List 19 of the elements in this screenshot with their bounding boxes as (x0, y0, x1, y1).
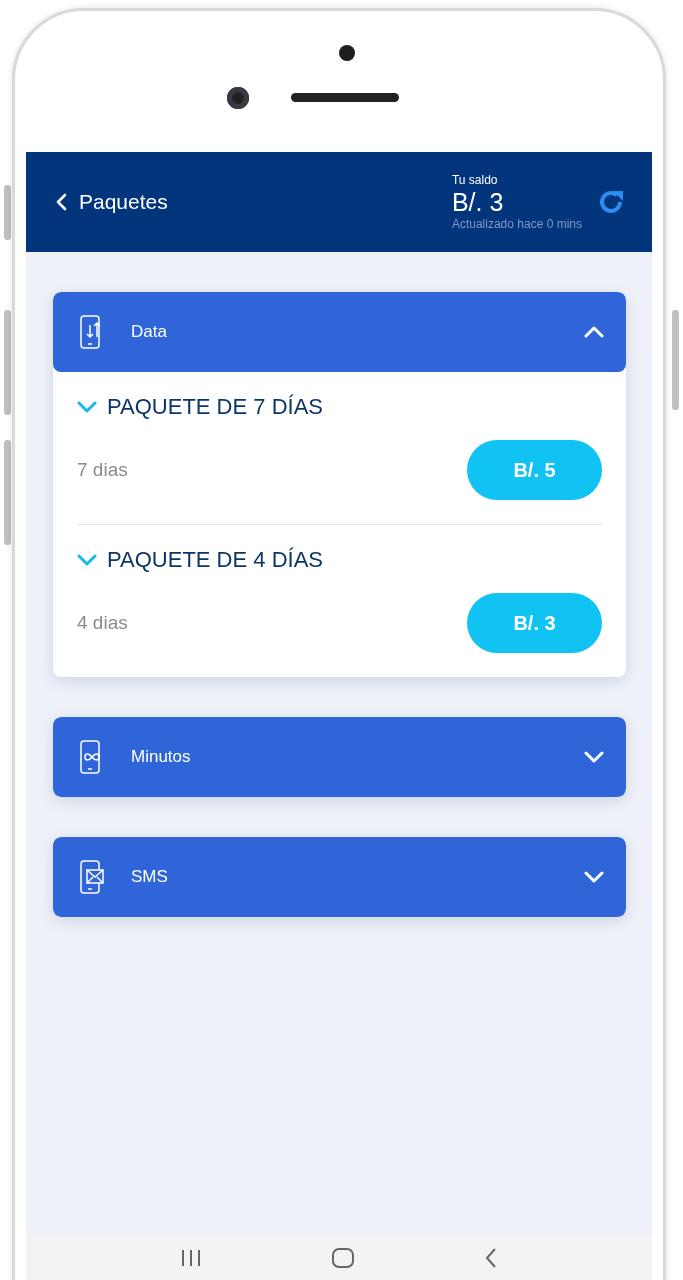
updated-text: Actualizado hace 0 mins (451, 217, 582, 231)
package-duration: 4 dias (77, 612, 128, 634)
package-title[interactable]: PAQUETE DE 7 DÍAS (77, 394, 323, 420)
back-icon (56, 193, 67, 211)
sensor-icon (339, 45, 355, 61)
home-icon[interactable] (331, 1246, 355, 1269)
speaker-icon (291, 93, 399, 102)
recent-apps-icon[interactable] (180, 1248, 203, 1267)
balance-label: Tu saldo (451, 173, 499, 187)
package-title[interactable]: PAQUETE DE 4 DÍAS (77, 547, 323, 573)
back-button[interactable]: Paquetes (56, 190, 168, 214)
phone-envelope-icon (79, 859, 105, 895)
category-header[interactable]: SMS (53, 837, 626, 917)
package-duration: 7 dias (77, 459, 128, 481)
back-icon[interactable] (483, 1246, 498, 1269)
category-header[interactable]: Data (53, 292, 626, 372)
balance-amount: B/. 3 (451, 187, 505, 217)
camera-icon (227, 87, 249, 109)
category-header[interactable]: Minutos (53, 717, 626, 797)
